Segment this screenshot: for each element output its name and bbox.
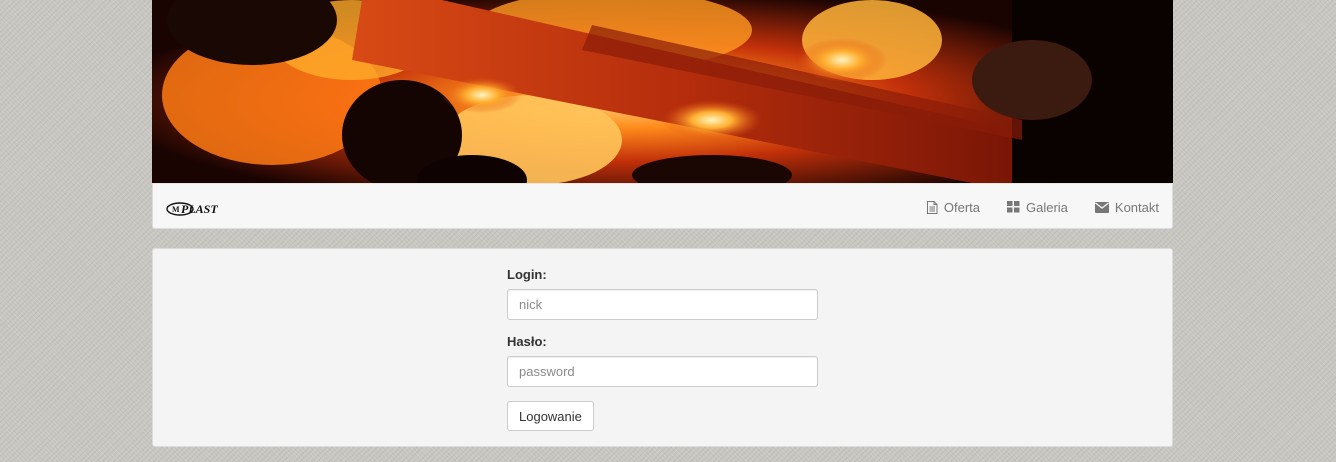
header-banner-image bbox=[152, 0, 1173, 183]
login-label: Login: bbox=[507, 267, 547, 282]
document-icon bbox=[926, 200, 938, 214]
envelope-icon bbox=[1094, 201, 1109, 213]
login-button[interactable]: Logowanie bbox=[507, 401, 594, 431]
navbar: M PLAST Oferta Galeria Kontakt bbox=[152, 183, 1173, 229]
login-panel: Login: Hasło: Logowanie bbox=[152, 248, 1173, 447]
svg-text:PLAST: PLAST bbox=[181, 202, 218, 216]
page-container: M PLAST Oferta Galeria Kontakt Login: ni… bbox=[152, 0, 1173, 447]
svg-text:M: M bbox=[172, 205, 180, 214]
nav-item-oferta[interactable]: Oferta bbox=[926, 200, 980, 215]
nav-item-kontakt[interactable]: Kontakt bbox=[1094, 199, 1159, 215]
nav-item-galeria[interactable]: Galeria bbox=[1006, 199, 1068, 215]
main-nav: Oferta Galeria Kontakt bbox=[926, 184, 1159, 230]
nav-label-oferta: Oferta bbox=[943, 199, 980, 215]
nav-label-kontakt: Kontakt bbox=[1114, 199, 1159, 215]
mplast-logo[interactable]: M PLAST bbox=[166, 199, 222, 217]
login-input[interactable] bbox=[507, 289, 818, 320]
password-label: Hasło: bbox=[507, 334, 547, 349]
nav-label-galeria: Galeria bbox=[1025, 199, 1068, 215]
grid-icon bbox=[1006, 201, 1020, 213]
password-input[interactable] bbox=[507, 356, 818, 387]
login-form: Login: Hasło: Logowanie bbox=[507, 267, 818, 431]
